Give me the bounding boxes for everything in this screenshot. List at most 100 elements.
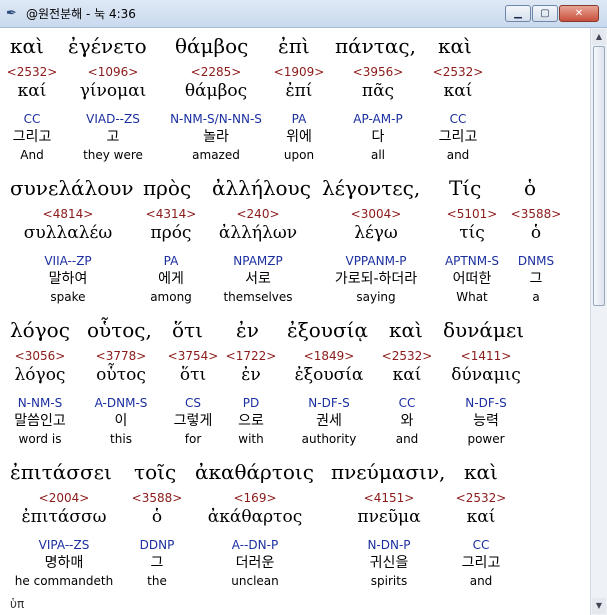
strong-number: <2532> — [6, 65, 58, 79]
greek-word[interactable]: πρὸς — [143, 176, 191, 200]
morph-code: CS — [185, 396, 201, 410]
lemma-word[interactable]: καί — [444, 81, 473, 101]
lemma-word[interactable]: θάμβος — [185, 81, 247, 101]
english-gloss: And — [20, 148, 44, 162]
english-gloss: upon — [283, 148, 315, 162]
maximize-button[interactable]: ▢ — [532, 5, 558, 22]
lemma-word[interactable]: ὁ — [531, 223, 541, 243]
morph-code: N-DF-S — [308, 396, 350, 410]
greek-word[interactable]: καὶ — [389, 318, 423, 342]
greek-word[interactable]: θάμβος — [175, 34, 248, 58]
strong-number: <2532> — [455, 491, 507, 505]
english-gloss: and — [469, 574, 493, 588]
korean-gloss: 능력 — [473, 413, 499, 429]
greek-word[interactable]: ὁ — [524, 176, 536, 200]
lemma-word[interactable]: συλλαλέω — [24, 223, 112, 243]
minimize-button[interactable]: ▁ — [505, 5, 531, 22]
morph-code: AP-AM-P — [353, 112, 403, 126]
greek-word[interactable]: ἐξουσίᾳ — [287, 318, 368, 342]
scroll-up-arrow-icon[interactable]: ▲ — [592, 29, 606, 45]
korean-gloss: 그리고 — [461, 555, 501, 571]
strong-number: <1411> — [460, 349, 512, 363]
scroll-down-arrow-icon[interactable]: ▼ — [592, 598, 606, 614]
greek-word[interactable]: πνεύμασιν, — [331, 460, 445, 484]
lemma-word[interactable]: καί — [18, 81, 47, 101]
english-gloss: for — [184, 432, 202, 446]
english-gloss: all — [370, 148, 386, 162]
scroll-thumb[interactable] — [593, 46, 605, 306]
strong-number: <3956> — [352, 65, 404, 79]
morph-code: VIPA--ZS — [38, 538, 90, 552]
lemma-word[interactable]: ἐξουσία — [295, 365, 364, 385]
strong-number: <3778> — [95, 349, 147, 363]
greek-word[interactable]: καὶ — [438, 34, 472, 58]
morph-code: PA — [291, 112, 307, 126]
strong-number: <2532> — [432, 65, 484, 79]
lemma-word[interactable]: τίς — [459, 223, 485, 243]
english-gloss: a — [532, 290, 540, 304]
strong-number: <3588> — [510, 207, 562, 221]
lemma-word[interactable]: πνεῦμα — [357, 507, 420, 527]
korean-gloss: 그리고 — [438, 129, 478, 145]
english-gloss: authority — [301, 432, 357, 446]
vertical-scrollbar[interactable]: ▲ ▼ — [590, 28, 607, 615]
korean-gloss: 와 — [400, 413, 414, 429]
morph-code: N-NM-S/N-NN-S — [170, 112, 262, 126]
greek-word[interactable]: πάντας, — [335, 34, 416, 58]
korean-gloss: 귀신을 — [369, 555, 409, 571]
greek-word[interactable]: ἐν — [236, 318, 259, 342]
greek-word[interactable]: συνελάλουν — [10, 176, 134, 200]
lemma-word[interactable]: ἐπί — [286, 81, 313, 101]
lemma-word[interactable]: ὅτι — [180, 365, 206, 385]
morph-code: N-DF-S — [465, 396, 507, 410]
lemma-word[interactable]: πρός — [151, 223, 192, 243]
english-gloss: spirits — [370, 574, 408, 588]
korean-gloss: 가로되-하더라 — [334, 271, 418, 287]
greek-word[interactable]: ὅτι — [172, 318, 203, 342]
korean-gloss: 권세 — [316, 413, 342, 429]
morph-code: VIIA--ZP — [44, 254, 92, 268]
morph-code: A--DN-P — [231, 538, 279, 552]
lemma-word[interactable]: ἐν — [241, 365, 260, 385]
greek-word[interactable]: τοῖς — [134, 460, 176, 484]
english-gloss: this — [110, 432, 132, 446]
greek-word[interactable]: λόγος — [10, 318, 70, 342]
close-button[interactable]: ✕ — [559, 5, 599, 22]
lemma-word[interactable]: καί — [467, 507, 496, 527]
next-line-fragment: ὑπ — [10, 597, 25, 611]
morph-code: PA — [163, 254, 179, 268]
korean-gloss: 다 — [371, 129, 385, 145]
strong-number: <1096> — [87, 65, 139, 79]
lemma-word[interactable]: λόγος — [15, 365, 66, 385]
korean-gloss: 더러운 — [235, 555, 275, 571]
lemma-word[interactable]: οὗτος — [96, 365, 146, 385]
greek-word[interactable]: καὶ — [464, 460, 498, 484]
lemma-word[interactable]: καί — [393, 365, 422, 385]
morph-code: DNMS — [517, 254, 555, 268]
english-gloss: themselves — [223, 290, 293, 304]
greek-word[interactable]: ἀκαθάρτοις — [195, 460, 314, 484]
greek-word[interactable]: ἐπιτάσσει — [10, 460, 112, 484]
korean-gloss: 그 — [150, 555, 164, 571]
lemma-word[interactable]: ἐπιτάσσω — [22, 507, 107, 527]
lemma-word[interactable]: πᾶς — [362, 81, 394, 101]
greek-word[interactable]: καὶ — [10, 34, 44, 58]
greek-word[interactable]: δυνάμει — [443, 318, 524, 342]
morph-code: CC — [23, 112, 41, 126]
lemma-word[interactable]: ἀκάθαρτος — [208, 507, 302, 527]
greek-word[interactable]: οὗτος, — [87, 318, 152, 342]
greek-word[interactable]: ἐγένετο — [68, 34, 147, 58]
korean-gloss: 서로 — [245, 271, 271, 287]
lemma-word[interactable]: ὁ — [152, 507, 162, 527]
greek-word[interactable]: ἐπὶ — [278, 34, 310, 58]
lemma-word[interactable]: δύναμις — [451, 365, 521, 385]
greek-word[interactable]: ἀλλήλους — [212, 176, 311, 200]
greek-word[interactable]: Τίς — [449, 176, 481, 200]
korean-gloss: 어떠한 — [452, 271, 492, 287]
quill-pen-icon: ✒ — [6, 6, 17, 21]
greek-word[interactable]: λέγοντες, — [322, 176, 420, 200]
english-gloss: saying — [356, 290, 396, 304]
lemma-word[interactable]: λέγω — [354, 223, 398, 243]
lemma-word[interactable]: ἀλλήλων — [219, 223, 297, 243]
lemma-word[interactable]: γίνομαι — [80, 81, 147, 101]
